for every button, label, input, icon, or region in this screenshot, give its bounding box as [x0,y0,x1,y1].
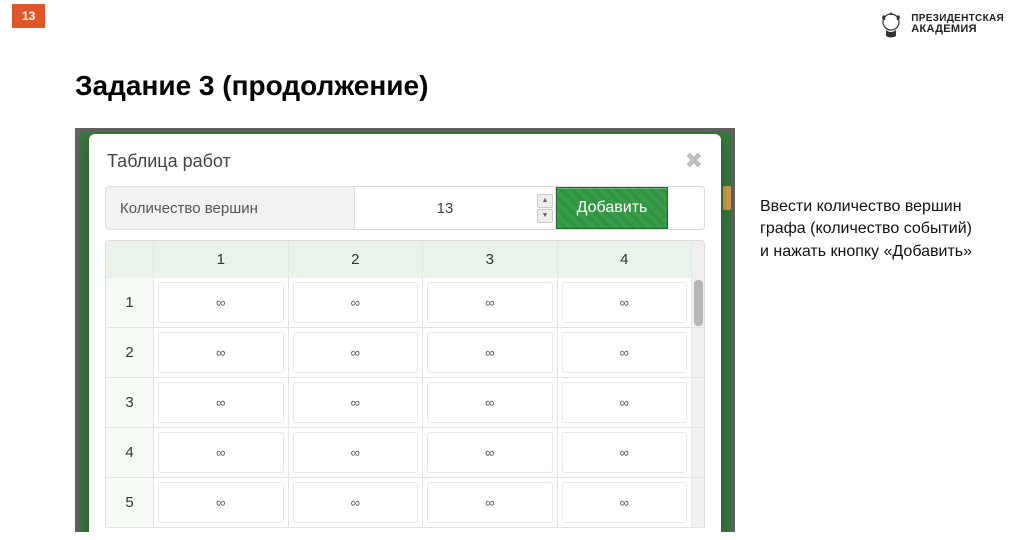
vertex-toolbar: Количество вершин ▲ ▼ Добавить [105,186,705,230]
academy-logo: ПРЕЗИДЕНТСКАЯ АКАДЕМИЯ [877,10,1004,40]
row-header: 1 [106,278,154,328]
col-header: 2 [289,241,424,278]
grid-cell[interactable]: ∞ [558,478,693,528]
grid-cell[interactable]: ∞ [558,428,693,478]
scrollbar-track-header [692,241,704,278]
grid-cell[interactable]: ∞ [154,478,289,528]
col-header: 4 [558,241,693,278]
embedded-screenshot: Таблица работ ✖ Количество вершин ▲ ▼ До… [75,128,735,532]
col-header: 3 [423,241,558,278]
table-row: 3 ∞ ∞ ∞ ∞ [106,378,704,428]
add-button[interactable]: Добавить [556,187,668,229]
grid-cell[interactable]: ∞ [289,378,424,428]
vertex-count-input[interactable] [355,187,555,229]
scrollbar-track[interactable] [692,378,704,428]
grid-cell[interactable]: ∞ [558,328,693,378]
table-row: 1 ∞ ∞ ∞ ∞ [106,278,704,328]
grid-corner [106,241,154,278]
vertex-count-input-wrap: ▲ ▼ [355,187,556,229]
row-header: 3 [106,378,154,428]
grid-cell[interactable]: ∞ [423,378,558,428]
row-header: 4 [106,428,154,478]
slide-number-badge: 13 [12,4,45,28]
background-accent [723,186,731,210]
grid-cell[interactable]: ∞ [154,328,289,378]
grid-cell[interactable]: ∞ [558,278,693,328]
grid-cell[interactable]: ∞ [423,428,558,478]
grid-header-row: 1 2 3 4 [106,241,704,278]
grid-cell[interactable]: ∞ [423,328,558,378]
vertex-count-stepper[interactable]: ▲ ▼ [537,189,553,227]
scrollbar-track[interactable] [692,328,704,378]
row-header: 2 [106,328,154,378]
grid-cell[interactable]: ∞ [154,378,289,428]
scrollbar-thumb[interactable] [694,280,703,326]
grid-cell[interactable]: ∞ [289,278,424,328]
col-header: 1 [154,241,289,278]
logo-line-2: АКАДЕМИЯ [911,24,1004,36]
grid-cell[interactable]: ∞ [289,328,424,378]
close-icon[interactable]: ✖ [685,150,703,172]
adjacency-grid: 1 2 3 4 1 ∞ ∞ ∞ ∞ 2 ∞ ∞ [105,240,705,528]
table-row: 2 ∞ ∞ ∞ ∞ [106,328,704,378]
table-row: 4 ∞ ∞ ∞ ∞ [106,428,704,478]
grid-cell[interactable]: ∞ [423,478,558,528]
grid-cell[interactable]: ∞ [289,478,424,528]
grid-cell[interactable]: ∞ [289,428,424,478]
table-row: 5 ∞ ∞ ∞ ∞ [106,478,704,528]
chevron-down-icon[interactable]: ▼ [537,209,553,223]
coat-of-arms-icon [877,10,905,40]
grid-cell[interactable]: ∞ [154,428,289,478]
toolbar-spacer [668,187,704,229]
chevron-up-icon[interactable]: ▲ [537,194,553,208]
scrollbar-track[interactable] [692,428,704,478]
grid-cell[interactable]: ∞ [154,278,289,328]
grid-body: 1 ∞ ∞ ∞ ∞ 2 ∞ ∞ ∞ ∞ 3 ∞ [106,278,704,528]
instruction-text: Ввести количество вершин графа (количест… [760,196,985,263]
works-table-modal: Таблица работ ✖ Количество вершин ▲ ▼ До… [89,134,721,532]
row-header: 5 [106,478,154,528]
page-title: Задание 3 (продолжение) [75,70,428,102]
vertex-count-label: Количество вершин [106,187,355,229]
grid-cell[interactable]: ∞ [423,278,558,328]
modal-title: Таблица работ [107,151,231,172]
academy-logo-text: ПРЕЗИДЕНТСКАЯ АКАДЕМИЯ [911,14,1004,36]
grid-cell[interactable]: ∞ [558,378,693,428]
scrollbar-track[interactable] [692,478,704,528]
